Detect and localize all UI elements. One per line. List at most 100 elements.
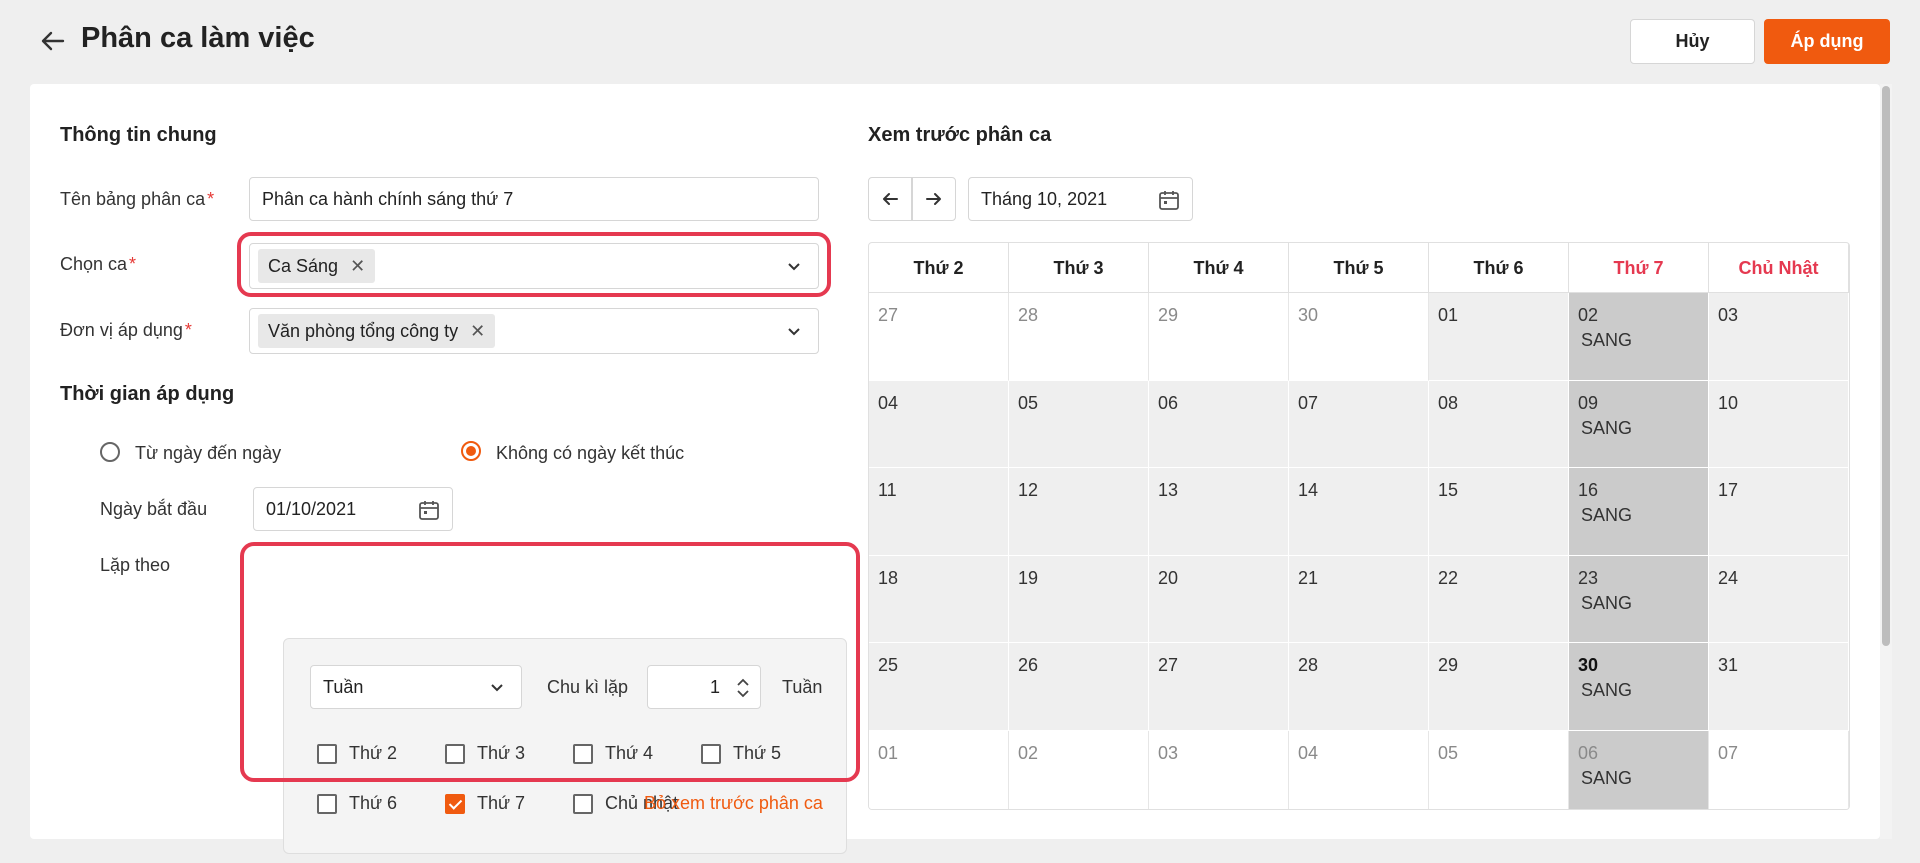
- calendar-day-cell[interactable]: 29: [1149, 293, 1289, 381]
- scrollbar-thumb[interactable]: [1882, 86, 1890, 646]
- page-title: Phân ca làm việc: [81, 22, 315, 54]
- calendar-day-cell[interactable]: 11: [869, 468, 1009, 556]
- prev-month-button[interactable]: [868, 177, 912, 221]
- calendar-day-cell[interactable]: 13: [1149, 468, 1289, 556]
- hide-preview-link[interactable]: Bỏ xem trước phân ca: [644, 793, 823, 814]
- calendar-day-cell[interactable]: 22: [1429, 555, 1569, 643]
- schedule-name-input[interactable]: Phân ca hành chính sáng thứ 7: [249, 177, 819, 221]
- calendar-day-cell[interactable]: 20: [1149, 555, 1289, 643]
- day-number: 19: [1018, 567, 1039, 588]
- preview-calendar: Thứ 2 Thứ 3 Thứ 4 Thứ 5 Thứ 6 Thứ 7 Chủ Nhật 2…: [868, 242, 1850, 810]
- shift-code: SANG: [1581, 680, 1633, 700]
- calendar-day-cell[interactable]: 06: [1149, 380, 1289, 468]
- day-number: 15: [1438, 480, 1459, 500]
- calendar-day-cell[interactable]: 18: [869, 555, 1009, 643]
- day-number: 29: [1158, 305, 1179, 325]
- calendar-day-cell[interactable]: 24: [1709, 555, 1849, 643]
- day-number: 27: [878, 305, 899, 325]
- day-number: 07: [1298, 392, 1319, 413]
- day-number: 20: [1158, 567, 1179, 588]
- calendar-day-cell[interactable]: 30 SANG: [1569, 643, 1709, 731]
- calendar-day-cell[interactable]: 08: [1429, 380, 1569, 468]
- calendar-day-cell[interactable]: 01: [869, 730, 1009, 809]
- calendar-day-cell[interactable]: 30: [1289, 293, 1429, 381]
- day-number: 04: [878, 392, 899, 413]
- checkbox-sat-label: Thứ 7: [477, 793, 526, 813]
- calendar-day-cell[interactable]: 21: [1289, 555, 1429, 643]
- day-number: 06: [1578, 742, 1599, 763]
- cancel-button[interactable]: Hủy: [1630, 19, 1755, 64]
- radio-date-range[interactable]: [100, 442, 120, 462]
- next-month-button[interactable]: [912, 177, 956, 221]
- weekday-header: Thứ 7: [1569, 243, 1709, 293]
- calendar-day-cell[interactable]: 19: [1009, 555, 1149, 643]
- day-number: 09: [1578, 392, 1599, 413]
- calendar-day-cell[interactable]: 07: [1289, 380, 1429, 468]
- day-number: 28: [1018, 305, 1039, 325]
- weekday-header: Thứ 4: [1149, 243, 1289, 293]
- calendar-day-cell[interactable]: 25: [869, 643, 1009, 731]
- calendar-day-cell[interactable]: 23 SANG: [1569, 555, 1709, 643]
- day-number: 13: [1158, 480, 1179, 500]
- calendar-day-cell[interactable]: 29: [1429, 643, 1569, 731]
- calendar-day-cell[interactable]: 15: [1429, 468, 1569, 556]
- calendar-day-cell[interactable]: 27: [1149, 643, 1289, 731]
- calendar-day-cell[interactable]: 05: [1429, 730, 1569, 809]
- calendar-day-cell[interactable]: 03: [1709, 293, 1849, 381]
- calendar-day-cell[interactable]: 02: [1009, 730, 1149, 809]
- calendar-icon[interactable]: [418, 499, 440, 521]
- calendar-day-cell[interactable]: 07: [1709, 730, 1849, 809]
- calendar-day-cell[interactable]: 17: [1709, 468, 1849, 556]
- calendar-day-cell[interactable]: 14: [1289, 468, 1429, 556]
- checkbox-fri[interactable]: [317, 794, 337, 814]
- month-picker[interactable]: Tháng 10, 2021: [968, 177, 1193, 221]
- day-number: 16: [1578, 480, 1599, 500]
- unit-select[interactable]: Văn phòng tổng công ty ✕: [249, 308, 819, 354]
- general-info-title: Thông tin chung: [60, 124, 217, 146]
- back-arrow-icon[interactable]: [38, 26, 68, 56]
- weekday-header: Chủ Nhật: [1709, 243, 1849, 293]
- day-number: 01: [878, 742, 899, 763]
- weekday-header: Thứ 5: [1289, 243, 1429, 293]
- day-number: 11: [878, 480, 897, 500]
- calendar-day-cell[interactable]: 04: [1289, 730, 1429, 809]
- day-number: 30: [1298, 305, 1319, 325]
- scrollbar[interactable]: [1880, 84, 1892, 839]
- calendar-day-cell[interactable]: 28: [1009, 293, 1149, 381]
- chevron-down-icon: [788, 328, 800, 336]
- checkbox-sat[interactable]: [445, 794, 465, 814]
- calendar-day-cell[interactable]: 10: [1709, 380, 1849, 468]
- calendar-day-cell[interactable]: 12: [1009, 468, 1149, 556]
- apply-time-title: Thời gian áp dụng: [60, 383, 235, 405]
- calendar-day-cell[interactable]: 26: [1009, 643, 1149, 731]
- apply-button[interactable]: Áp dụng: [1764, 19, 1890, 64]
- start-date-input[interactable]: 01/10/2021: [253, 487, 453, 531]
- day-number: 06: [1158, 392, 1179, 413]
- calendar-day-cell[interactable]: 04: [869, 380, 1009, 468]
- calendar-day-cell[interactable]: 27: [869, 293, 1009, 381]
- repeat-highlight-frame: [240, 542, 860, 782]
- unit-tag: Văn phòng tổng công ty ✕: [258, 314, 496, 348]
- calendar-day-cell[interactable]: 05: [1009, 380, 1149, 468]
- day-number: 05: [1438, 742, 1459, 763]
- checkbox-sun[interactable]: [573, 794, 593, 814]
- calendar-day-cell[interactable]: 09 SANG: [1569, 380, 1709, 468]
- day-number: 14: [1298, 480, 1319, 500]
- weekday-header: Thứ 3: [1009, 243, 1149, 293]
- calendar-day-cell[interactable]: 06 SANG: [1569, 730, 1709, 809]
- calendar-icon[interactable]: [1158, 189, 1180, 211]
- calendar-day-cell[interactable]: 16 SANG: [1569, 468, 1709, 556]
- day-number: 28: [1298, 655, 1319, 675]
- radio-no-end-date[interactable]: [461, 441, 481, 461]
- calendar-day-cell[interactable]: 31: [1709, 643, 1849, 731]
- remove-tag-icon[interactable]: ✕: [470, 321, 485, 342]
- day-number: 23: [1578, 567, 1599, 588]
- calendar-day-cell[interactable]: 03: [1149, 730, 1289, 809]
- calendar-day-cell[interactable]: 01: [1429, 293, 1569, 381]
- weekday-header: Thứ 2: [869, 243, 1009, 293]
- calendar-day-cell[interactable]: 28: [1289, 643, 1429, 731]
- day-number: 31: [1718, 655, 1739, 675]
- day-number: 07: [1718, 742, 1739, 763]
- calendar-day-cell[interactable]: 02 SANG: [1569, 293, 1709, 381]
- day-number: 21: [1298, 567, 1319, 588]
